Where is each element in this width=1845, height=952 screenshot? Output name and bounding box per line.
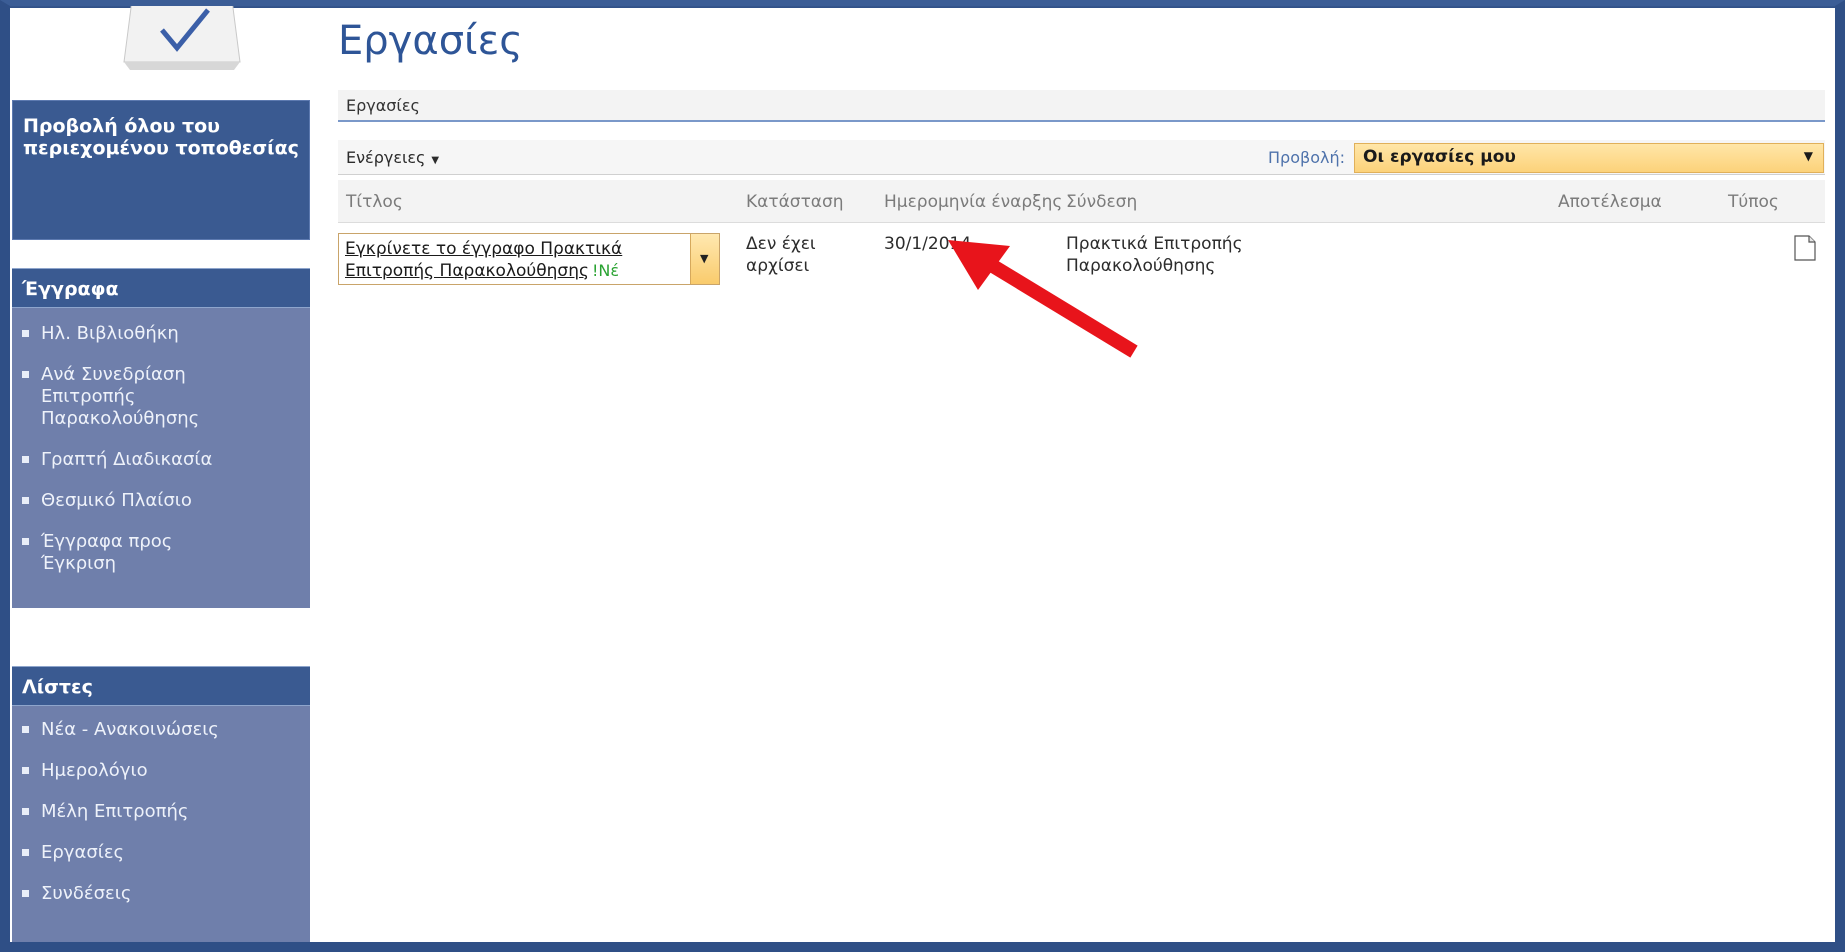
sidebar-item-label: Συνδέσεις — [41, 883, 132, 904]
sidebar-item-label: Μέλη Επιτροπής — [41, 801, 189, 822]
bullet-icon — [22, 330, 29, 337]
caret-down-icon: ▼ — [431, 154, 440, 166]
column-header-result[interactable]: Αποτέλεσμα — [1558, 192, 1662, 212]
new-badge: !Νέ — [592, 261, 619, 280]
column-header-status[interactable]: Κατάσταση — [746, 192, 844, 212]
status-line1: Δεν έχει — [746, 234, 816, 254]
bullet-icon — [22, 497, 29, 504]
bullet-icon — [22, 456, 29, 463]
task-title-link[interactable]: Εγκρίνετε το έγγραφο Πρακτικά Επιτροπής … — [345, 238, 713, 282]
bullet-icon — [22, 371, 29, 378]
bullet-icon — [22, 890, 29, 897]
column-header-title[interactable]: Τίτλος — [346, 192, 403, 212]
bullet-icon — [22, 538, 29, 545]
column-header-start-date[interactable]: Ημερομηνία έναρξης — [884, 192, 1062, 212]
task-title-line2: Επιτροπής Παρακολούθησης — [345, 261, 589, 281]
view-all-site-content-link[interactable]: Προβολή όλου του περιεχομένου τοποθεσίας — [12, 100, 310, 240]
sidebar-item-committee-meetings[interactable]: Ανά Συνεδρίαση Επιτροπής Παρακολούθησης — [12, 359, 310, 436]
sidebar-item-label: Ημερολόγιο — [41, 760, 148, 781]
bullet-icon — [22, 726, 29, 733]
view-all-site-content-label: Προβολή όλου του περιεχομένου τοποθεσίας — [23, 115, 299, 159]
sidebar-item-label: Εργασίες — [41, 842, 125, 863]
column-header-type[interactable]: Τύπος — [1728, 192, 1779, 212]
sidebar-item-label: Ηλ. Βιβλιοθήκη — [41, 323, 179, 344]
chevron-down-icon: ▼ — [700, 252, 709, 265]
page-title: Εργασίες — [338, 18, 523, 64]
sidebar-item-calendar[interactable]: Ημερολόγιο — [12, 755, 310, 788]
sidebar-item-label: Νέα - Ανακοινώσεις — [41, 719, 219, 740]
document-icon[interactable] — [1794, 235, 1816, 261]
bullet-icon — [22, 767, 29, 774]
red-arrow-annotation — [948, 240, 1138, 358]
documents-group: Ηλ. Βιβλιοθήκη Ανά Συνεδρίαση Επιτροπής … — [12, 308, 310, 608]
sidebar-item-institutional-framework[interactable]: Θεσμικό Πλαίσιο — [12, 485, 310, 518]
new-badge-label: Νέ — [598, 261, 619, 280]
sidebar-item-links[interactable]: Συνδέσεις — [12, 878, 310, 911]
breadcrumb: Εργασίες — [338, 90, 1825, 122]
documents-header[interactable]: Έγγραφα — [12, 268, 310, 308]
sidebar-item-written-procedure[interactable]: Γραπτή Διαδικασία — [12, 444, 310, 477]
view-label: Προβολή: — [1268, 147, 1345, 167]
column-header-link[interactable]: Σύνδεση — [1066, 192, 1137, 212]
site-logo — [122, 0, 242, 70]
sidebar-item-label: Γραπτή Διαδικασία — [41, 449, 213, 470]
main-content: Εργασίες Εργασίες Ενέργειες ▼ Προβολή: Οι… — [338, 0, 1845, 952]
sidebar-item-committee-members[interactable]: Μέλη Επιτροπής — [12, 796, 310, 829]
sidebar-item-label: Έγγραφα προς Έγκριση — [41, 531, 173, 574]
actions-label: Ενέργειες — [346, 147, 426, 167]
sidebar-item-library[interactable]: Ηλ. Βιβλιοθήκη — [12, 318, 310, 351]
sidebar-item-label: Ανά Συνεδρίαση Επιτροπής Παρακολούθησης — [41, 364, 200, 429]
item-menu-button[interactable]: ▼ — [690, 234, 719, 284]
list-toolbar: Ενέργειες ▼ Προβολή: Οι εργασίες μου ▼ — [338, 140, 1825, 175]
sidebar-item-news[interactable]: Νέα - Ανακοινώσεις — [12, 714, 310, 747]
status-cell: Δεν έχει αρχίσει — [746, 233, 816, 277]
lists-header[interactable]: Λίστες — [12, 666, 310, 706]
sidebar-item-tasks[interactable]: Εργασίες — [12, 837, 310, 870]
task-title-line1: Εγκρίνετε το έγγραφο Πρακτικά — [345, 239, 623, 259]
status-line2: αρχίσει — [746, 256, 810, 276]
view-select-value: Οι εργασίες μου — [1363, 147, 1516, 167]
bullet-icon — [22, 808, 29, 815]
lists-group: Νέα - Ανακοινώσεις Ημερολόγιο Μέλη Επιτρ… — [12, 706, 310, 952]
actions-menu[interactable]: Ενέργειες ▼ — [338, 148, 439, 167]
breadcrumb-item[interactable]: Εργασίες — [346, 96, 420, 115]
table-header: Τίτλος Κατάσταση Ημερομηνία έναρξης Σύνδ… — [338, 180, 1825, 223]
bullet-icon — [22, 849, 29, 856]
view-select[interactable]: Οι εργασίες μου ▼ — [1354, 143, 1824, 173]
quick-launch: Προβολή όλου του περιεχομένου τοποθεσίας… — [12, 0, 310, 952]
sidebar-item-documents-for-approval[interactable]: Έγγραφα προς Έγκριση — [12, 526, 310, 581]
sidebar-item-label: Θεσμικό Πλαίσιο — [41, 490, 192, 511]
chevron-down-icon: ▼ — [1803, 149, 1813, 163]
task-title-cell: Εγκρίνετε το έγγραφο Πρακτικά Επιτροπής … — [338, 233, 720, 285]
